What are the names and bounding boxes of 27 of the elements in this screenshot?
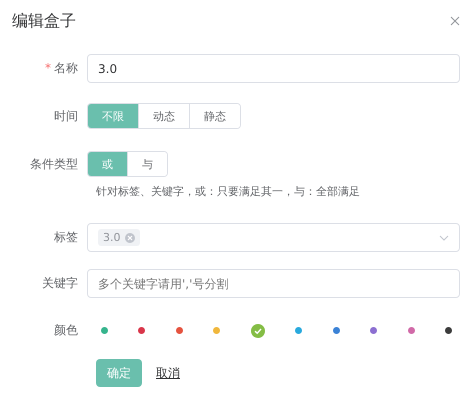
- chevron-down-icon[interactable]: [439, 234, 449, 240]
- color-swatch[interactable]: [250, 324, 265, 338]
- field-label: * 名称: [44, 60, 79, 77]
- color-swatch[interactable]: [295, 327, 302, 334]
- keyword-input[interactable]: 多个关键字请用','号分割: [87, 269, 460, 298]
- field-label: 颜色: [53, 322, 79, 339]
- color-swatch[interactable]: [332, 327, 340, 334]
- color-swatch[interactable]: [213, 327, 220, 334]
- field-label: 时间: [53, 108, 79, 124]
- tag-chip: 3.0: [98, 229, 140, 246]
- remove-icon[interactable]: [124, 232, 134, 242]
- color-swatch[interactable]: [444, 327, 452, 334]
- segment-option[interactable]: 静态: [189, 104, 240, 128]
- field-label: 关键字: [41, 275, 79, 292]
- hint-text: 针对标签、关键字，或：只要满足其一，与：全部满足: [96, 184, 361, 199]
- color-swatch[interactable]: [370, 327, 378, 334]
- color-swatch[interactable]: [101, 327, 108, 334]
- color-swatch[interactable]: [408, 327, 414, 334]
- color-swatch[interactable]: [176, 327, 183, 334]
- dialog-title: 编辑盒子: [12, 10, 76, 32]
- cancel-link[interactable]: 取消: [156, 364, 180, 382]
- field-label: 标签: [53, 229, 79, 246]
- name-input[interactable]: 3.0: [87, 54, 460, 83]
- field-label: 条件类型: [29, 156, 79, 172]
- color-swatch[interactable]: [138, 327, 146, 334]
- close-icon[interactable]: [450, 16, 460, 26]
- segment-option[interactable]: 与: [127, 152, 167, 176]
